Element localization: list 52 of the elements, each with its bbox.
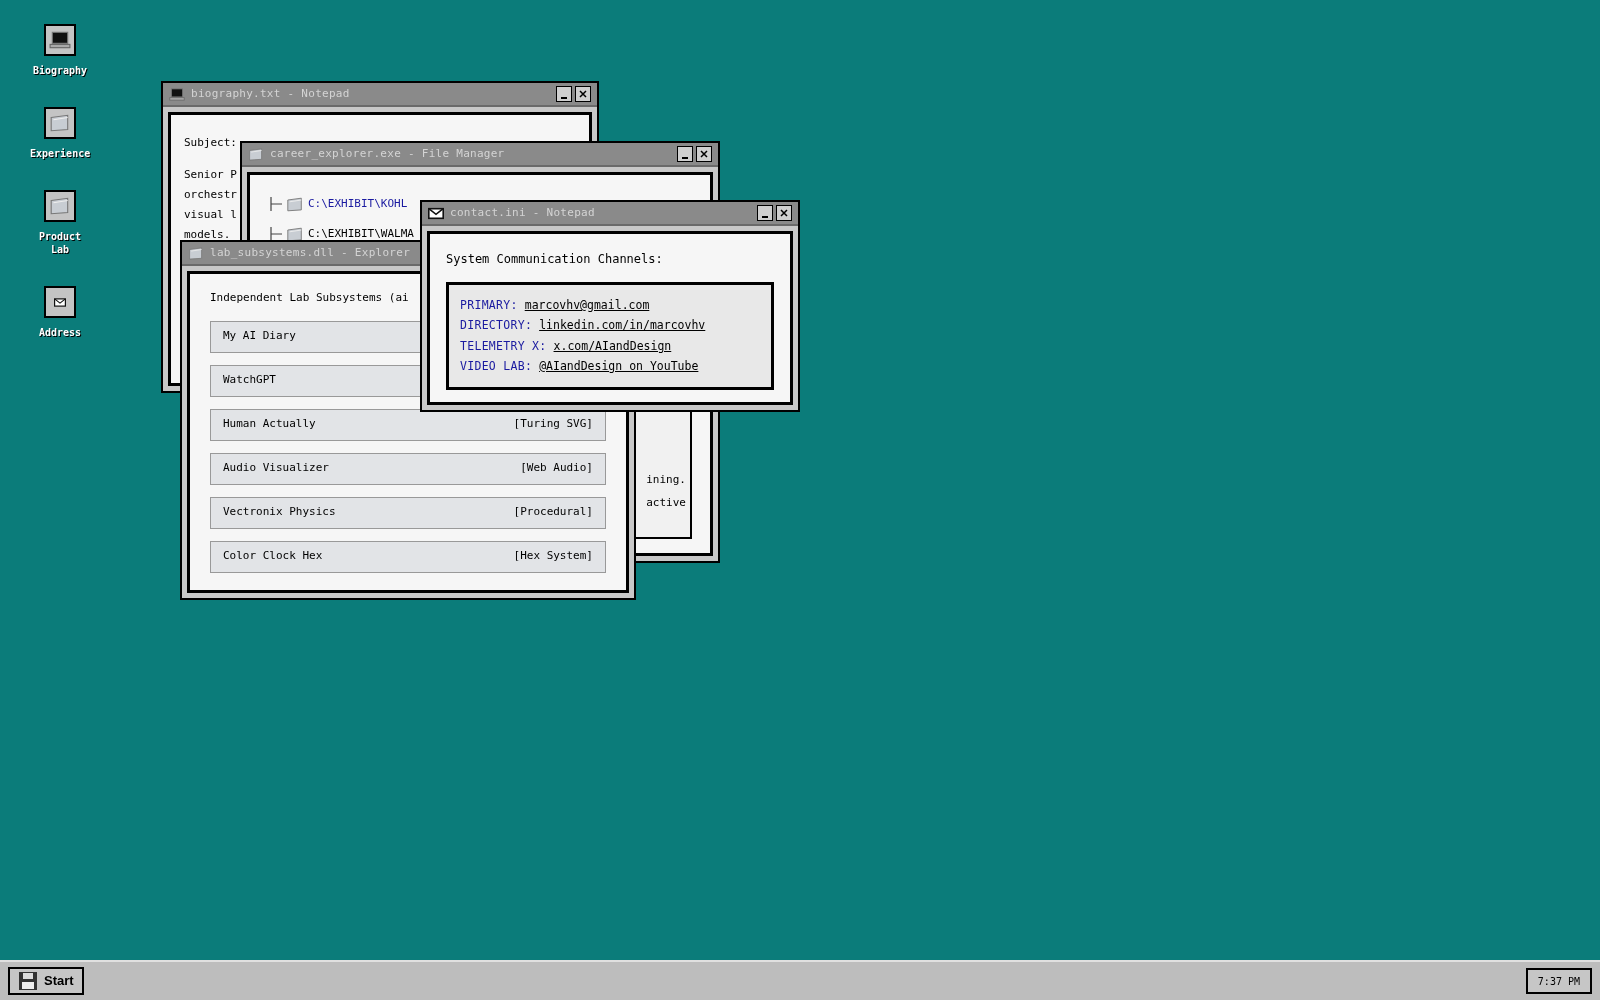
close-icon [579,90,587,98]
desktop-shortcut[interactable]: Product Lab [30,190,90,256]
close-button[interactable] [776,205,792,221]
minimize-button[interactable] [757,205,773,221]
section-heading: System Communication Channels: [446,251,663,268]
text-line: ining. [646,472,686,488]
laptop-icon [49,31,71,49]
minimize-icon [682,157,688,159]
envelope-icon [54,297,66,307]
laptop-icon [169,87,185,101]
subsystem-item[interactable]: Vectronix Physics [Procedural] [210,496,606,529]
desktop-shortcut[interactable]: Biography [30,24,90,77]
clock: 7:37 PM [1525,968,1592,994]
close-button[interactable] [696,146,712,162]
minimize-button[interactable] [556,86,572,102]
folder-icon [49,197,71,215]
text-line: visual l [184,207,237,223]
envelope-icon [428,206,444,220]
close-icon [700,150,708,158]
channel-link[interactable]: marcovhv@gmail.com [524,297,650,315]
window-title: lab_subsystems.dll - Explorer [210,244,411,261]
desktop-shortcut[interactable]: Address [30,286,90,339]
window-title: biography.txt - Notepad [191,85,350,102]
channel-label: PRIMARY: [460,297,518,314]
text-line: orchestr [184,187,237,203]
folder-icon [286,196,304,212]
folder-icon [49,114,71,132]
folder-icon [248,147,264,161]
tree-branch-icon [270,227,282,241]
subsystem-item[interactable]: Audio Visualizer [Web Audio] [210,452,606,485]
channel-label: DIRECTORY: [460,317,533,335]
subsystem-item[interactable]: Color Clock Hex [Hex System] [210,540,606,573]
tree-branch-icon [270,197,282,211]
text-line: active [646,494,686,511]
desktop-shortcut[interactable]: Experience [30,107,90,160]
text-line: Senior P [184,167,237,183]
section-heading: Independent Lab Subsystems (ai [210,290,409,306]
text-line: models. [184,227,231,243]
start-button[interactable]: Start [8,967,84,995]
channel-label: TELEMETRY X: [460,337,547,355]
window-title: contact.ini - Notepad [450,204,595,221]
subsystem-item[interactable]: Human Actually [Turing SVG] [210,408,606,441]
minimize-icon [762,216,768,218]
folder-path[interactable]: C:\EXHIBIT\WALMA [308,225,414,243]
folder-icon [188,246,204,260]
minimize-icon [561,97,567,99]
close-button[interactable] [575,86,591,102]
minimize-button[interactable] [677,146,693,162]
window-title: career_explorer.exe - File Manager [270,145,505,162]
text-line: Subject: [184,135,237,151]
folder-path[interactable]: C:\EXHIBIT\KOHL [308,195,408,213]
close-icon [780,209,788,217]
